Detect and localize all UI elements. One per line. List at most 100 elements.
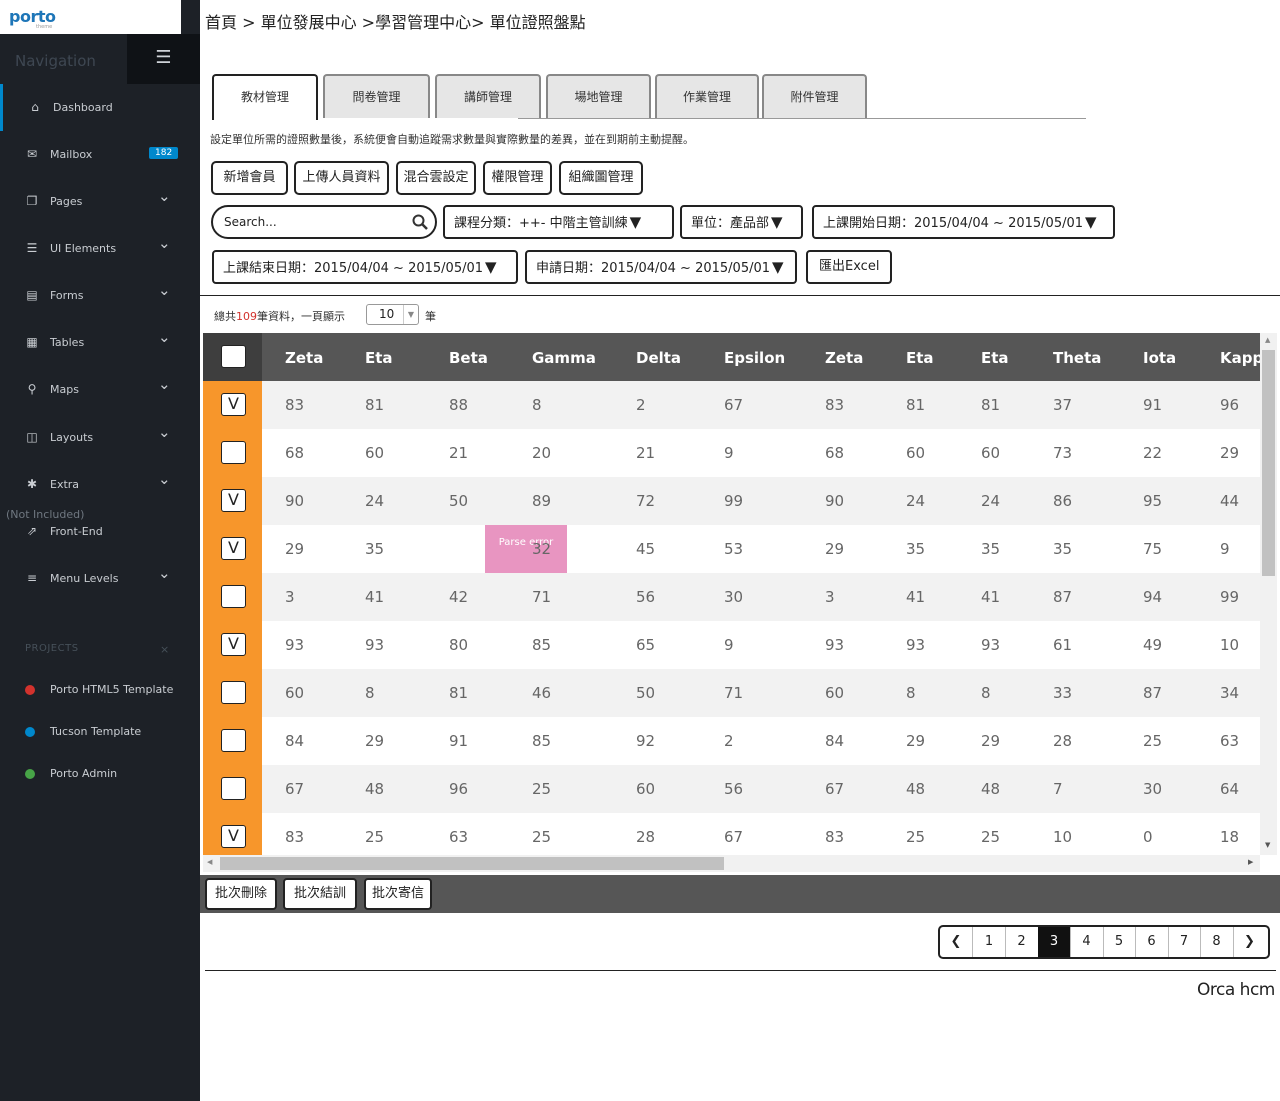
sidebar-item-pages[interactable]: ❐ Pages ⌄: [0, 178, 200, 225]
page-7[interactable]: 7: [1168, 927, 1201, 957]
scroll-right-icon[interactable]: ▶: [1248, 858, 1253, 866]
row-checkbox[interactable]: [221, 441, 246, 464]
sidebar-item-forms[interactable]: ▤ Forms ⌄: [0, 272, 200, 319]
table-row[interactable]: 93 93 80 85 65 9 93 93 93 61 49 10: [262, 621, 1260, 669]
column-header[interactable]: Eta: [981, 349, 1009, 367]
page-8[interactable]: 8: [1201, 927, 1234, 957]
sidebar-item-layouts[interactable]: ◫ Layouts ⌄: [0, 414, 200, 461]
tab-4[interactable]: 場地管理: [546, 74, 651, 118]
project-item[interactable]: Porto Admin: [0, 765, 200, 785]
scroll-left-icon[interactable]: ◀: [207, 858, 212, 866]
table-cell: 53: [724, 540, 744, 558]
action-button-5[interactable]: 組織圖管理: [559, 161, 643, 195]
tab-1[interactable]: 教材管理: [212, 74, 318, 120]
page-6[interactable]: 6: [1136, 927, 1169, 957]
chevron-left-icon[interactable]: ❮: [940, 927, 973, 957]
page-3[interactable]: 3: [1038, 927, 1071, 957]
action-button-3[interactable]: 混合雲設定: [396, 161, 476, 195]
sidebar-item-dashboard[interactable]: ⌂ Dashboard: [0, 84, 200, 131]
batch-button-2[interactable]: 批次結訓: [283, 878, 357, 910]
sidebar-item-front-end[interactable]: ⇗ Front-End (Not Included): [0, 508, 200, 555]
sidebar-item-extra[interactable]: ✱ Extra ⌄: [0, 461, 200, 508]
column-header[interactable]: Gamma: [532, 349, 596, 367]
tab-5[interactable]: 作業管理: [655, 74, 759, 118]
sidebar-item-mailbox[interactable]: ✉ Mailbox 182: [0, 131, 200, 178]
row-checkbox[interactable]: V: [221, 825, 246, 848]
row-checkbox[interactable]: [221, 681, 246, 704]
category-filter[interactable]: 課程分類：++- 中階主管訓練 ▼: [443, 205, 674, 239]
sidebar-item-label: Tables: [50, 336, 85, 349]
menu-icon[interactable]: ☰: [127, 34, 200, 84]
scroll-up-icon[interactable]: ▲: [1265, 336, 1270, 344]
table-row[interactable]: 3 41 42 71 56 30 3 41 41 87 94 99: [262, 573, 1260, 621]
page-4[interactable]: 4: [1071, 927, 1104, 957]
search-input[interactable]: Search...: [211, 205, 437, 239]
table-cell: 71: [724, 684, 744, 702]
search-icon[interactable]: [411, 213, 429, 231]
column-header[interactable]: Theta: [1053, 349, 1101, 367]
column-header[interactable]: Epsilon: [724, 349, 785, 367]
row-checkbox[interactable]: V: [221, 393, 246, 416]
column-header[interactable]: Kappa: [1220, 349, 1260, 367]
row-checkbox[interactable]: V: [221, 633, 246, 656]
action-button-1[interactable]: 新增會員: [211, 161, 288, 195]
column-header[interactable]: Delta: [636, 349, 681, 367]
tab-6[interactable]: 附件管理: [762, 74, 867, 118]
column-header[interactable]: Eta: [365, 349, 393, 367]
project-item[interactable]: Tucson Template: [0, 723, 200, 743]
batch-button-1[interactable]: 批次刪除: [205, 878, 277, 910]
select-all-checkbox[interactable]: [221, 345, 246, 368]
tab-2[interactable]: 問卷管理: [323, 74, 430, 118]
table-row[interactable]: 68 60 21 20 21 9 68 60 60 73 22 29: [262, 429, 1260, 477]
page-size-select[interactable]: 10 ▼: [366, 304, 419, 325]
column-header[interactable]: Zeta: [285, 349, 323, 367]
chevron-right-icon[interactable]: ❯: [1233, 927, 1266, 957]
export-excel-button[interactable]: 匯出Excel: [806, 250, 892, 284]
end-date-filter[interactable]: 上課結束日期：2015/04/04 ~ 2015/05/01 ▼: [212, 250, 518, 284]
table-cell: 91: [1143, 396, 1163, 414]
batch-button-3[interactable]: 批次寄信: [364, 878, 432, 910]
page-5[interactable]: 5: [1103, 927, 1136, 957]
error-cell: Parse error: [485, 525, 567, 573]
row-checkbox[interactable]: [221, 729, 246, 752]
sidebar-item-tables[interactable]: ▦ Tables ⌄: [0, 319, 200, 366]
column-header[interactable]: Eta: [906, 349, 934, 367]
column-header[interactable]: Zeta: [825, 349, 863, 367]
table-row[interactable]: 90 24 50 89 72 99 90 24 24 86 95 44: [262, 477, 1260, 525]
tab-3[interactable]: 講師管理: [435, 74, 541, 118]
sidebar-item-menu-levels[interactable]: ≡ Menu Levels ⌄: [0, 555, 200, 602]
logo[interactable]: porto theme: [0, 0, 181, 34]
project-item[interactable]: Porto HTML5 Template: [0, 681, 200, 701]
table-cell: 35: [1053, 540, 1073, 558]
horizontal-scroll-thumb[interactable]: [220, 857, 724, 870]
table-row[interactable]: 83 81 88 8 2 67 83 81 81 37 91 96: [262, 381, 1260, 429]
table-cell: 9: [724, 636, 734, 654]
table-row[interactable]: 29 35 Parse error 32 45 53 29 35 35 35 75 9: [262, 525, 1260, 573]
start-date-filter[interactable]: 上課開始日期：2015/04/04 ~ 2015/05/01 ▼: [812, 205, 1115, 239]
page-1[interactable]: 1: [973, 927, 1006, 957]
action-button-2[interactable]: 上傳人員資料: [294, 161, 389, 195]
action-button-4[interactable]: 權限管理: [483, 161, 552, 195]
scroll-down-icon[interactable]: ▼: [1265, 841, 1270, 849]
column-header[interactable]: Beta: [449, 349, 488, 367]
unit-filter[interactable]: 單位：產品部 ▼: [680, 205, 803, 239]
table-row[interactable]: 84 29 91 85 92 2 84 29 29 28 25 63: [262, 717, 1260, 765]
row-checkbox[interactable]: V: [221, 489, 246, 512]
row-checkbox[interactable]: [221, 777, 246, 800]
vertical-scroll-thumb[interactable]: [1262, 350, 1275, 576]
table-cell: 60: [825, 684, 845, 702]
table-row[interactable]: 67 48 96 25 60 56 67 48 48 7 30 64: [262, 765, 1260, 813]
vertical-scrollbar[interactable]: ▲ ▼: [1260, 333, 1277, 855]
apply-date-filter[interactable]: 申請日期：2015/04/04 ~ 2015/05/01 ▼: [525, 250, 797, 284]
column-header[interactable]: Iota: [1143, 349, 1176, 367]
sidebar-item-ui-elements[interactable]: ☰ UI Elements ⌄: [0, 225, 200, 272]
table-row[interactable]: 60 8 81 46 50 71 60 8 8 33 87 34: [262, 669, 1260, 717]
table-cell: 42: [449, 588, 469, 606]
page-2[interactable]: 2: [1006, 927, 1039, 957]
table-row[interactable]: 83 25 63 25 28 67 83 25 25 10 0 18: [262, 813, 1260, 857]
row-checkbox[interactable]: [221, 585, 246, 608]
close-icon[interactable]: ×: [160, 643, 169, 656]
horizontal-scrollbar[interactable]: ◀ ▶: [203, 855, 1260, 872]
sidebar-item-maps[interactable]: ⚲ Maps ⌄: [0, 366, 200, 413]
row-checkbox[interactable]: V: [221, 537, 246, 560]
